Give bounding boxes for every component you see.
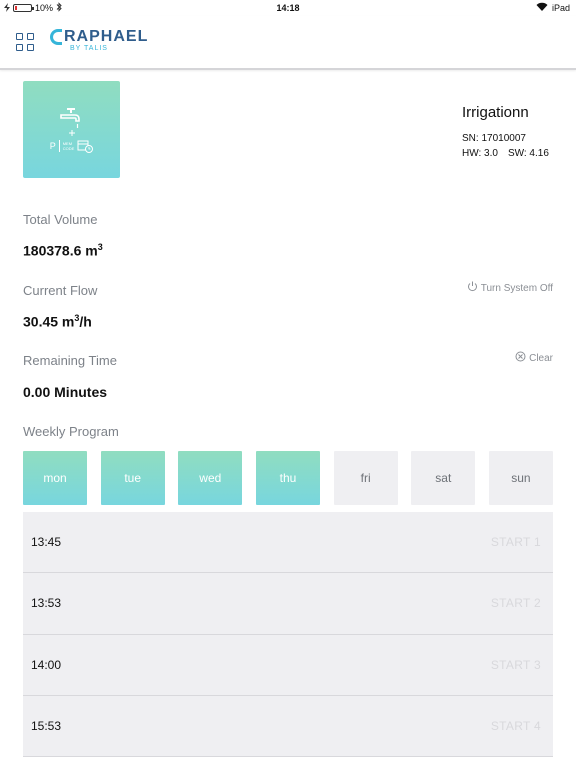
current-flow-label: Current Flow bbox=[23, 283, 98, 298]
wifi-icon bbox=[536, 2, 548, 13]
menu-grid-icon[interactable] bbox=[16, 33, 34, 51]
faucet-icon bbox=[59, 107, 85, 129]
plus-icon bbox=[68, 129, 76, 137]
schedule-list: 13:45 START 1 13:53 START 2 14:00 START … bbox=[23, 512, 553, 758]
day-mon[interactable]: mon bbox=[23, 451, 87, 505]
tile-text: MEM CODE bbox=[62, 140, 75, 151]
turn-system-off-label: Turn System Off bbox=[480, 282, 553, 294]
tile-mode: P bbox=[49, 140, 56, 151]
start-button[interactable]: START 1 bbox=[491, 535, 541, 549]
device-name-label: iPad bbox=[551, 2, 570, 13]
day-thu[interactable]: thu bbox=[255, 451, 320, 505]
versions: HW: 3.0 SW: 4.16 bbox=[462, 146, 552, 161]
app-header: RAPHAEL BY TALIS bbox=[0, 16, 576, 70]
calendar-clock-icon bbox=[77, 139, 94, 153]
device-name: Irrigationn bbox=[462, 104, 529, 121]
logo-text: RAPHAEL bbox=[64, 28, 149, 45]
schedule-slot[interactable]: 13:45 START 1 bbox=[23, 512, 553, 574]
slot-time: 13:53 bbox=[31, 596, 62, 611]
hardware-version: HW: 3.0 bbox=[462, 148, 498, 159]
logo-swoosh-icon bbox=[50, 29, 62, 45]
device-tile[interactable]: P MEM CODE bbox=[23, 81, 120, 178]
software-version: SW: 4.16 bbox=[507, 148, 549, 159]
weekday-selector: mon tue wed thu fri sat sun bbox=[23, 451, 553, 505]
device-info: Irrigationn SN: 17010007 HW: 3.0 SW: 4.16 bbox=[462, 104, 552, 161]
schedule-slot[interactable]: 13:53 START 2 bbox=[23, 573, 553, 635]
clear-button[interactable]: Clear bbox=[515, 351, 553, 365]
logo-subtext: BY TALIS bbox=[70, 45, 108, 52]
slot-time: 15:53 bbox=[31, 719, 62, 734]
status-right: iPad bbox=[536, 2, 570, 13]
weekly-program-label: Weekly Program bbox=[23, 424, 119, 439]
current-flow-value: 30.45 m3/h bbox=[23, 313, 92, 330]
total-volume-label: Total Volume bbox=[23, 212, 98, 227]
slot-time: 13:45 bbox=[31, 535, 62, 550]
turn-system-off-button[interactable]: Turn System Off bbox=[467, 281, 553, 295]
slot-time: 14:00 bbox=[31, 657, 62, 672]
day-tue[interactable]: tue bbox=[100, 451, 165, 505]
remaining-time-label: Remaining Time bbox=[23, 353, 117, 368]
day-fri[interactable]: fri bbox=[333, 451, 398, 505]
remaining-time-value: 0.00 Minutes bbox=[23, 384, 108, 400]
serial-number: SN: 17010007 bbox=[462, 133, 526, 144]
day-wed[interactable]: wed bbox=[178, 451, 243, 505]
day-sun[interactable]: sun bbox=[488, 451, 553, 505]
schedule-slot[interactable]: 14:00 START 3 bbox=[23, 634, 553, 696]
power-icon bbox=[467, 281, 478, 295]
start-button[interactable]: START 2 bbox=[491, 596, 541, 610]
schedule-slot[interactable]: 15:53 START 4 bbox=[23, 695, 553, 758]
brand-logo: RAPHAEL BY TALIS bbox=[50, 28, 148, 52]
start-button[interactable]: START 4 bbox=[491, 719, 541, 733]
total-volume-value: 180378.6 m3 bbox=[23, 242, 103, 259]
clear-label: Clear bbox=[529, 352, 553, 364]
start-button[interactable]: START 3 bbox=[491, 658, 541, 672]
clear-icon bbox=[515, 351, 526, 365]
status-time: 14:18 bbox=[276, 3, 300, 13]
day-sat[interactable]: sat bbox=[411, 451, 476, 505]
status-bar: 10% 14:18 iPad bbox=[0, 0, 576, 16]
